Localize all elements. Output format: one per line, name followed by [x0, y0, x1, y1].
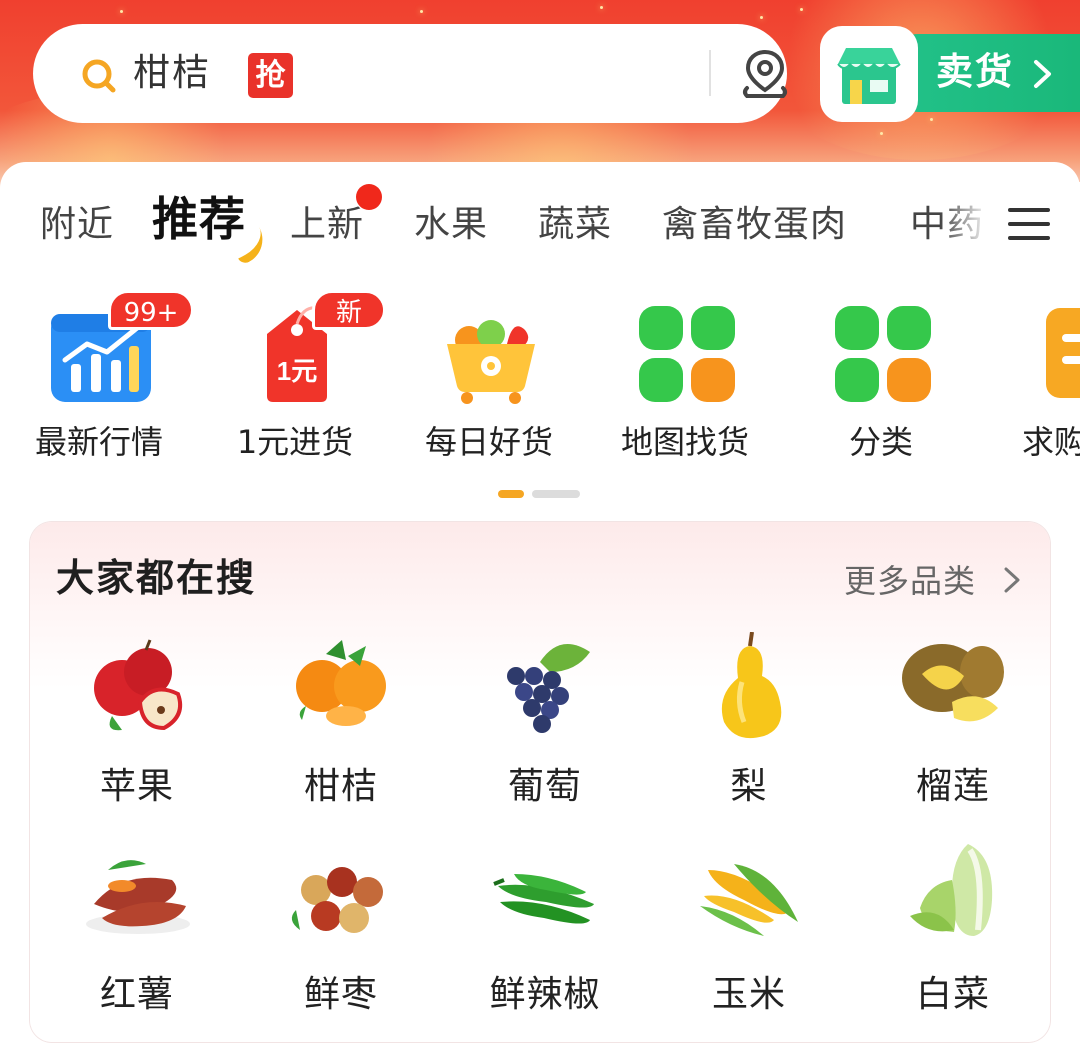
tab-livestock[interactable]: 禽畜牧蛋肉	[662, 200, 847, 250]
product-label: 白菜	[915, 974, 990, 1015]
search-divider	[709, 50, 711, 96]
jujube-icon	[291, 867, 383, 933]
tangerine-icon	[296, 640, 386, 726]
firework-spark	[600, 6, 603, 9]
firework-spark	[420, 10, 423, 13]
sweet-potato-icon	[86, 860, 190, 934]
new-badge: 新	[312, 290, 386, 330]
quick-link-label: 每日好货	[424, 423, 553, 461]
firework-spark	[880, 132, 883, 135]
product-item-sweet-potato[interactable]: 红薯	[30, 840, 234, 1040]
tab-new[interactable]: 上新	[290, 200, 364, 250]
popular-search-card: 大家都在搜 更多品类 苹果 柑桔 葡萄 梨 榴莲 红薯 鲜枣 鲜辣椒 玉米 白菜	[30, 522, 1050, 1042]
firework-spark	[120, 10, 123, 13]
sell-label[interactable]: 卖货	[936, 46, 1014, 98]
product-label: 梨	[730, 766, 768, 807]
count-badge: 99+	[108, 290, 194, 330]
product-label: 红薯	[99, 974, 174, 1015]
firework-spark	[760, 16, 763, 19]
location-pin-icon[interactable]	[739, 48, 791, 100]
quick-link-one-yuan[interactable]: 1元 新 1元进货	[200, 290, 390, 470]
product-label: 鲜辣椒	[489, 974, 601, 1015]
durian-icon	[902, 644, 1004, 722]
quick-link-daily-goods[interactable]: 每日好货	[394, 290, 584, 470]
tab-nearby[interactable]: 附近	[40, 200, 114, 250]
quick-link-market[interactable]: 99+ 最新行情	[4, 290, 194, 470]
pear-icon	[721, 632, 782, 739]
new-dot-badge	[356, 184, 382, 210]
grid-icon	[835, 306, 931, 402]
tab-vegetables[interactable]: 蔬菜	[538, 200, 612, 250]
quick-link-label: 分类	[848, 423, 913, 461]
product-item-cabbage[interactable]: 白菜	[846, 840, 1050, 1040]
quick-link-label: 地图找货	[620, 423, 749, 461]
product-label: 玉米	[711, 974, 786, 1015]
tag-text: 1元	[277, 356, 317, 386]
shop-tile[interactable]	[820, 26, 918, 122]
popular-title: 大家都在搜	[56, 556, 257, 600]
product-label: 葡萄	[507, 766, 582, 807]
category-tabs: 附近 推荐 上新 水果 蔬菜 禽畜牧蛋肉 中药	[0, 162, 1080, 282]
chili-pepper-icon	[493, 874, 594, 924]
search-input-text[interactable]: 柑桔	[133, 48, 211, 98]
grape-icon	[507, 644, 590, 733]
tab-fruit[interactable]: 水果	[414, 200, 488, 250]
purchase-icon	[1046, 308, 1080, 398]
grab-badge: 抢	[248, 53, 293, 98]
grid-icon	[639, 306, 735, 402]
product-item-chili[interactable]: 鲜辣椒	[438, 840, 642, 1040]
quick-link-map[interactable]: 地图找货	[590, 290, 780, 470]
shop-icon	[837, 48, 901, 104]
page-dot-active	[498, 490, 524, 498]
corn-icon	[700, 864, 798, 936]
produce-cart-icon	[447, 320, 535, 404]
chevron-right-icon[interactable]	[1002, 566, 1022, 594]
search-bar[interactable]: 柑桔 抢	[33, 24, 787, 123]
product-item-pear[interactable]: 梨	[642, 632, 846, 832]
product-item-jujube[interactable]: 鲜枣	[234, 840, 438, 1040]
product-item-corn[interactable]: 玉米	[642, 840, 846, 1040]
menu-icon[interactable]	[1008, 206, 1050, 242]
search-icon	[82, 59, 116, 93]
quick-link-purchase[interactable]: 求购	[982, 290, 1080, 470]
apple-icon	[94, 639, 183, 731]
quick-link-category[interactable]: 分类	[786, 290, 976, 470]
more-categories-link[interactable]: 更多品类	[844, 558, 976, 604]
cabbage-icon	[910, 844, 993, 936]
product-label: 苹果	[99, 766, 174, 807]
quick-link-label: 最新行情	[34, 423, 163, 461]
product-item-apple[interactable]: 苹果	[30, 632, 234, 832]
firework-spark	[800, 8, 803, 11]
chevron-right-icon	[1034, 60, 1051, 88]
product-item-tangerine[interactable]: 柑桔	[234, 632, 438, 832]
product-label: 榴莲	[915, 766, 990, 807]
quick-link-label: 求购	[1022, 423, 1080, 461]
product-item-grape[interactable]: 葡萄	[438, 632, 642, 832]
product-label: 柑桔	[303, 766, 378, 807]
page-dot	[532, 490, 580, 498]
sell-button[interactable]: 卖货	[820, 26, 1080, 122]
product-label: 鲜枣	[303, 974, 378, 1015]
quick-link-label: 1元进货	[236, 423, 354, 461]
product-item-durian[interactable]: 榴莲	[846, 632, 1050, 832]
